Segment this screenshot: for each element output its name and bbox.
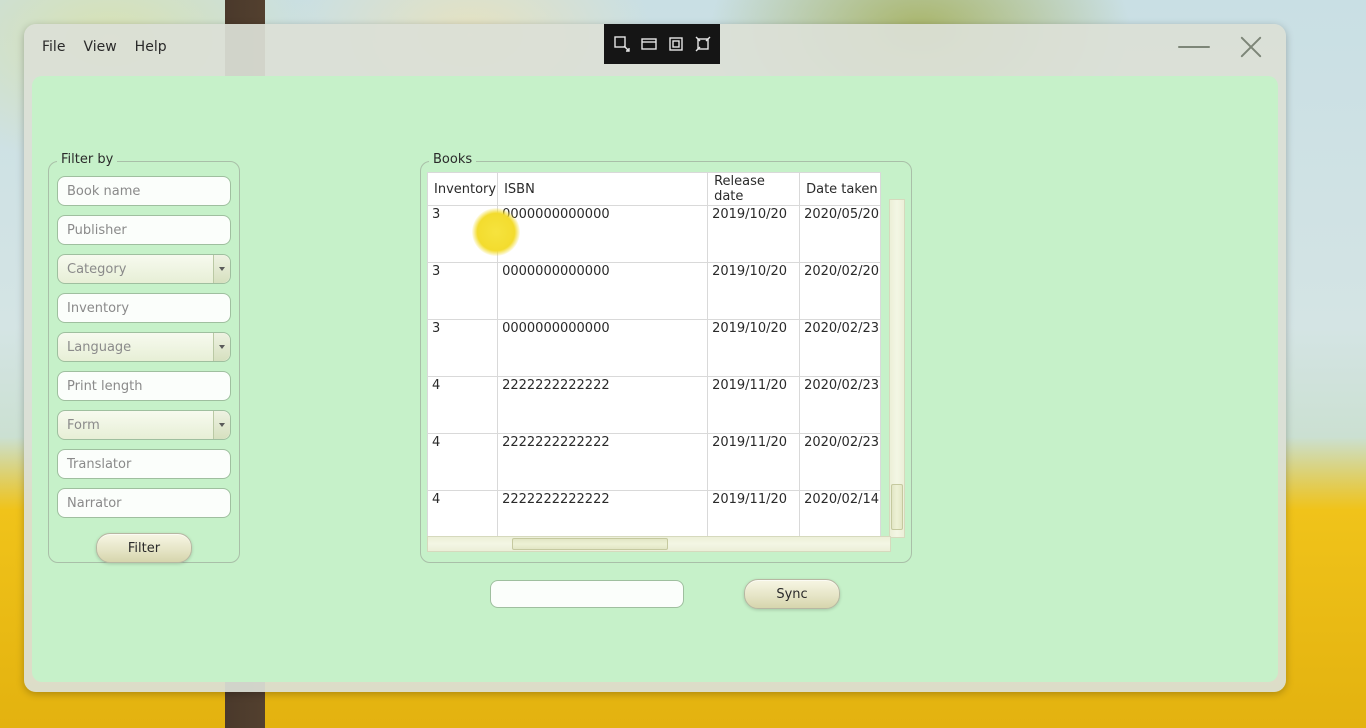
cell-date-taken[interactable]: 2020/02/23 (800, 377, 881, 434)
language-combo[interactable]: Language (57, 332, 231, 362)
horizontal-scrollbar[interactable] (427, 536, 891, 552)
narrator-input[interactable]: Narrator (57, 488, 231, 518)
books-table-wrap: Inventory ISBN Release date Date taken 3… (427, 172, 905, 552)
vertical-scroll-thumb[interactable] (891, 484, 903, 530)
publisher-input[interactable]: Publisher (57, 215, 231, 245)
book-name-placeholder: Book name (67, 184, 140, 199)
cell-inventory[interactable]: 4 (428, 377, 498, 434)
col-inventory[interactable]: Inventory (428, 173, 498, 206)
horizontal-scroll-thumb[interactable] (512, 538, 668, 550)
chevron-down-icon[interactable] (213, 411, 230, 439)
chevron-down-icon[interactable] (213, 255, 230, 283)
col-release-date[interactable]: Release date (708, 173, 800, 206)
floating-toolbar (604, 24, 720, 64)
cell-inventory[interactable]: 3 (428, 320, 498, 377)
cell-isbn[interactable]: 2222222222222 (498, 434, 708, 491)
col-date-taken[interactable]: Date taken (800, 173, 881, 206)
translator-placeholder: Translator (67, 457, 131, 472)
cell-release-date[interactable]: 2019/11/20 (708, 434, 800, 491)
cell-inventory[interactable]: 3 (428, 206, 498, 263)
table-row[interactable]: 422222222222222019/11/202020/02/23 (428, 377, 881, 434)
books-table: Inventory ISBN Release date Date taken 3… (427, 172, 881, 548)
language-placeholder: Language (67, 340, 131, 355)
cell-release-date[interactable]: 2019/11/20 (708, 377, 800, 434)
cell-date-taken[interactable]: 2020/02/23 (800, 434, 881, 491)
sync-button[interactable]: Sync (744, 579, 840, 609)
cell-release-date[interactable]: 2019/10/20 (708, 206, 800, 263)
content-pane: Filter by Book name Publisher Category I… (32, 76, 1278, 682)
cell-inventory[interactable]: 3 (428, 263, 498, 320)
sync-row: Sync (420, 576, 910, 612)
app-window: File View Help Filter by Book name Publi… (24, 24, 1286, 692)
vertical-scrollbar[interactable] (889, 199, 905, 538)
minimize-icon[interactable] (1178, 46, 1210, 48)
chevron-down-icon[interactable] (213, 333, 230, 361)
table-row[interactable]: 300000000000002019/10/202020/05/20 (428, 206, 881, 263)
narrator-placeholder: Narrator (67, 496, 122, 511)
table-row[interactable]: 422222222222222019/11/202020/02/23 (428, 434, 881, 491)
book-name-input[interactable]: Book name (57, 176, 231, 206)
desktop-background: File View Help Filter by Book name Publi… (0, 0, 1366, 728)
sync-input[interactable] (490, 580, 684, 608)
cell-release-date[interactable]: 2019/10/20 (708, 263, 800, 320)
cell-date-taken[interactable]: 2020/05/20 (800, 206, 881, 263)
tool-dialog-icon[interactable] (639, 34, 659, 54)
filter-legend: Filter by (57, 152, 117, 167)
cell-isbn[interactable]: 2222222222222 (498, 377, 708, 434)
table-row[interactable]: 300000000000002019/10/202020/02/20 (428, 263, 881, 320)
table-row[interactable]: 300000000000002019/10/202020/02/23 (428, 320, 881, 377)
form-combo[interactable]: Form (57, 410, 231, 440)
menu-help[interactable]: Help (135, 39, 167, 55)
inventory-placeholder: Inventory (67, 301, 129, 316)
tool-capture-icon[interactable] (693, 34, 713, 54)
category-combo[interactable]: Category (57, 254, 231, 284)
inventory-input[interactable]: Inventory (57, 293, 231, 323)
menu-file[interactable]: File (42, 39, 65, 55)
filter-groupbox: Filter by Book name Publisher Category I… (48, 161, 240, 563)
print-length-placeholder: Print length (67, 379, 142, 394)
tool-window-icon[interactable] (666, 34, 686, 54)
filter-button[interactable]: Filter (96, 533, 192, 563)
cell-isbn[interactable]: 0000000000000 (498, 206, 708, 263)
books-groupbox: Books Inventory ISBN Release date Date t… (420, 161, 912, 563)
form-placeholder: Form (67, 418, 100, 433)
menu-view[interactable]: View (83, 39, 116, 55)
col-isbn[interactable]: ISBN (498, 173, 708, 206)
cell-isbn[interactable]: 0000000000000 (498, 263, 708, 320)
cell-date-taken[interactable]: 2020/02/23 (800, 320, 881, 377)
translator-input[interactable]: Translator (57, 449, 231, 479)
print-length-input[interactable]: Print length (57, 371, 231, 401)
cell-date-taken[interactable]: 2020/02/20 (800, 263, 881, 320)
books-legend: Books (429, 152, 476, 167)
category-placeholder: Category (67, 262, 126, 277)
cell-isbn[interactable]: 0000000000000 (498, 320, 708, 377)
tool-select-icon[interactable] (612, 34, 632, 54)
window-controls (1178, 24, 1278, 70)
publisher-placeholder: Publisher (67, 223, 127, 238)
cell-release-date[interactable]: 2019/10/20 (708, 320, 800, 377)
close-icon[interactable] (1238, 34, 1264, 60)
table-header-row: Inventory ISBN Release date Date taken (428, 173, 881, 206)
cell-inventory[interactable]: 4 (428, 434, 498, 491)
